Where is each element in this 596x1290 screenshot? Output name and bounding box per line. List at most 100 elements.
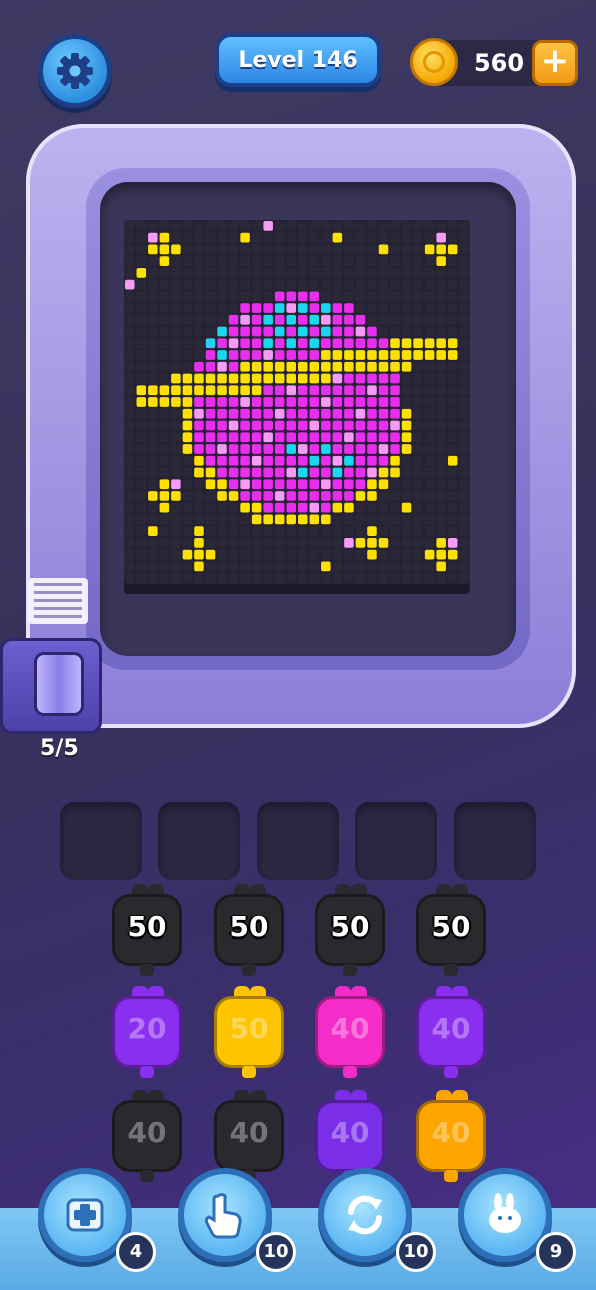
pixel-cell — [263, 467, 273, 478]
pixel-cell — [171, 538, 181, 548]
pixel-cell — [205, 314, 216, 325]
pixel-cell — [286, 444, 296, 454]
pixel-cell — [378, 455, 389, 466]
cartridge-value: 40 — [127, 1116, 167, 1149]
pixel-cell — [413, 291, 423, 302]
pixel-cell — [228, 256, 239, 266]
pixel-cell — [378, 502, 389, 513]
pixel-cell — [436, 303, 446, 313]
pixel-cell — [355, 491, 366, 501]
pixel-cell — [401, 514, 412, 525]
pixel-cell — [171, 256, 181, 266]
pixel-cell — [228, 561, 239, 572]
pixel-cell — [125, 303, 135, 313]
pixel-cell — [217, 350, 227, 360]
pixel-cell — [344, 221, 354, 231]
pixel-cell — [205, 561, 216, 572]
pixel-cell — [217, 526, 227, 537]
pixel-cell — [286, 491, 296, 501]
pixel-cell — [263, 444, 273, 454]
pixel-cell — [321, 408, 331, 419]
pixel-cell — [274, 561, 285, 572]
pixel-cell — [194, 455, 204, 466]
empty-slot-3[interactable] — [257, 802, 339, 880]
pixel-cell — [274, 373, 285, 384]
cartridge-1-2[interactable]: 50 — [214, 884, 284, 976]
pixel-cell — [136, 455, 147, 466]
pixel-cell — [159, 221, 170, 231]
pixel-cell — [436, 244, 446, 255]
pixel-cell — [367, 526, 377, 537]
pixel-cell — [367, 432, 377, 443]
pixel-cell — [217, 338, 227, 349]
cartridge-3-4[interactable]: 40 — [416, 1090, 486, 1182]
pixel-cell — [413, 549, 423, 560]
settings-button[interactable] — [38, 34, 112, 108]
cartridge-2-2[interactable]: 50 — [214, 986, 284, 1078]
pixel-cell — [274, 385, 285, 396]
cartridge-2-1[interactable]: 20 — [112, 986, 182, 1078]
cartridge-value: 50 — [431, 910, 471, 943]
pixel-cell — [228, 573, 239, 583]
pixel-cell — [286, 420, 296, 431]
pixel-cell — [367, 338, 377, 349]
pixel-cell — [125, 444, 135, 454]
pixel-cell — [367, 502, 377, 513]
empty-slot-2[interactable] — [158, 802, 240, 880]
pixel-cell — [171, 455, 181, 466]
pixel-cell — [159, 467, 170, 478]
pixel-cell — [251, 491, 262, 501]
pixel-cell — [344, 514, 354, 525]
pixel-cell — [390, 361, 400, 372]
pixel-cell — [355, 326, 366, 337]
empty-slot-4[interactable] — [355, 802, 437, 880]
pixel-cell — [171, 561, 181, 572]
add-tape-icon — [66, 1198, 104, 1232]
pixel-cell — [309, 303, 320, 313]
pixel-cell — [182, 350, 193, 360]
pixel-cell — [321, 444, 331, 454]
cartridge-1-1[interactable]: 50 — [112, 884, 182, 976]
pixel-cell — [344, 573, 354, 583]
pixel-cell — [413, 326, 423, 337]
pixel-cell — [309, 256, 320, 266]
cartridge-2-3[interactable]: 40 — [315, 986, 385, 1078]
pixel-cell — [159, 561, 170, 572]
pixel-cell — [171, 432, 181, 443]
pixel-cell — [286, 538, 296, 548]
pixel-cell — [367, 467, 377, 478]
pixel-cell — [390, 221, 400, 231]
pixel-cell — [424, 267, 435, 278]
pixel-cell — [159, 232, 170, 243]
pixel-cell — [401, 420, 412, 431]
pixel-cell — [228, 350, 239, 360]
pixel-cell — [125, 397, 135, 407]
pixel-cell — [263, 420, 273, 431]
pixel-cell — [182, 267, 193, 278]
pixel-cell — [217, 361, 227, 372]
pixel-cell — [309, 502, 320, 513]
cartridge-1-3[interactable]: 50 — [315, 884, 385, 976]
pixel-cell — [413, 279, 423, 290]
pixel-cell — [182, 432, 193, 443]
empty-slot-5[interactable] — [454, 802, 536, 880]
pixel-cell — [321, 502, 331, 513]
add-coins-button[interactable]: + — [532, 40, 578, 86]
pixel-cell — [148, 455, 158, 466]
pixel-cell — [436, 432, 446, 443]
pixel-cell — [332, 279, 343, 290]
cartridge-2-4[interactable]: 40 — [416, 986, 486, 1078]
pixel-cell — [205, 549, 216, 560]
pixel-cell — [355, 549, 366, 560]
pixel-cell — [436, 467, 446, 478]
empty-slot-1[interactable] — [60, 802, 142, 880]
pixel-cell — [159, 385, 170, 396]
pixel-cell — [159, 479, 170, 490]
cartridge-3-1[interactable]: 40 — [112, 1090, 182, 1182]
pixel-cell — [459, 314, 469, 325]
cartridge-1-4[interactable]: 50 — [416, 884, 486, 976]
pixel-cell — [136, 420, 147, 431]
pixel-cell — [401, 314, 412, 325]
pixel-cell — [194, 373, 204, 384]
pixel-cell — [355, 467, 366, 478]
